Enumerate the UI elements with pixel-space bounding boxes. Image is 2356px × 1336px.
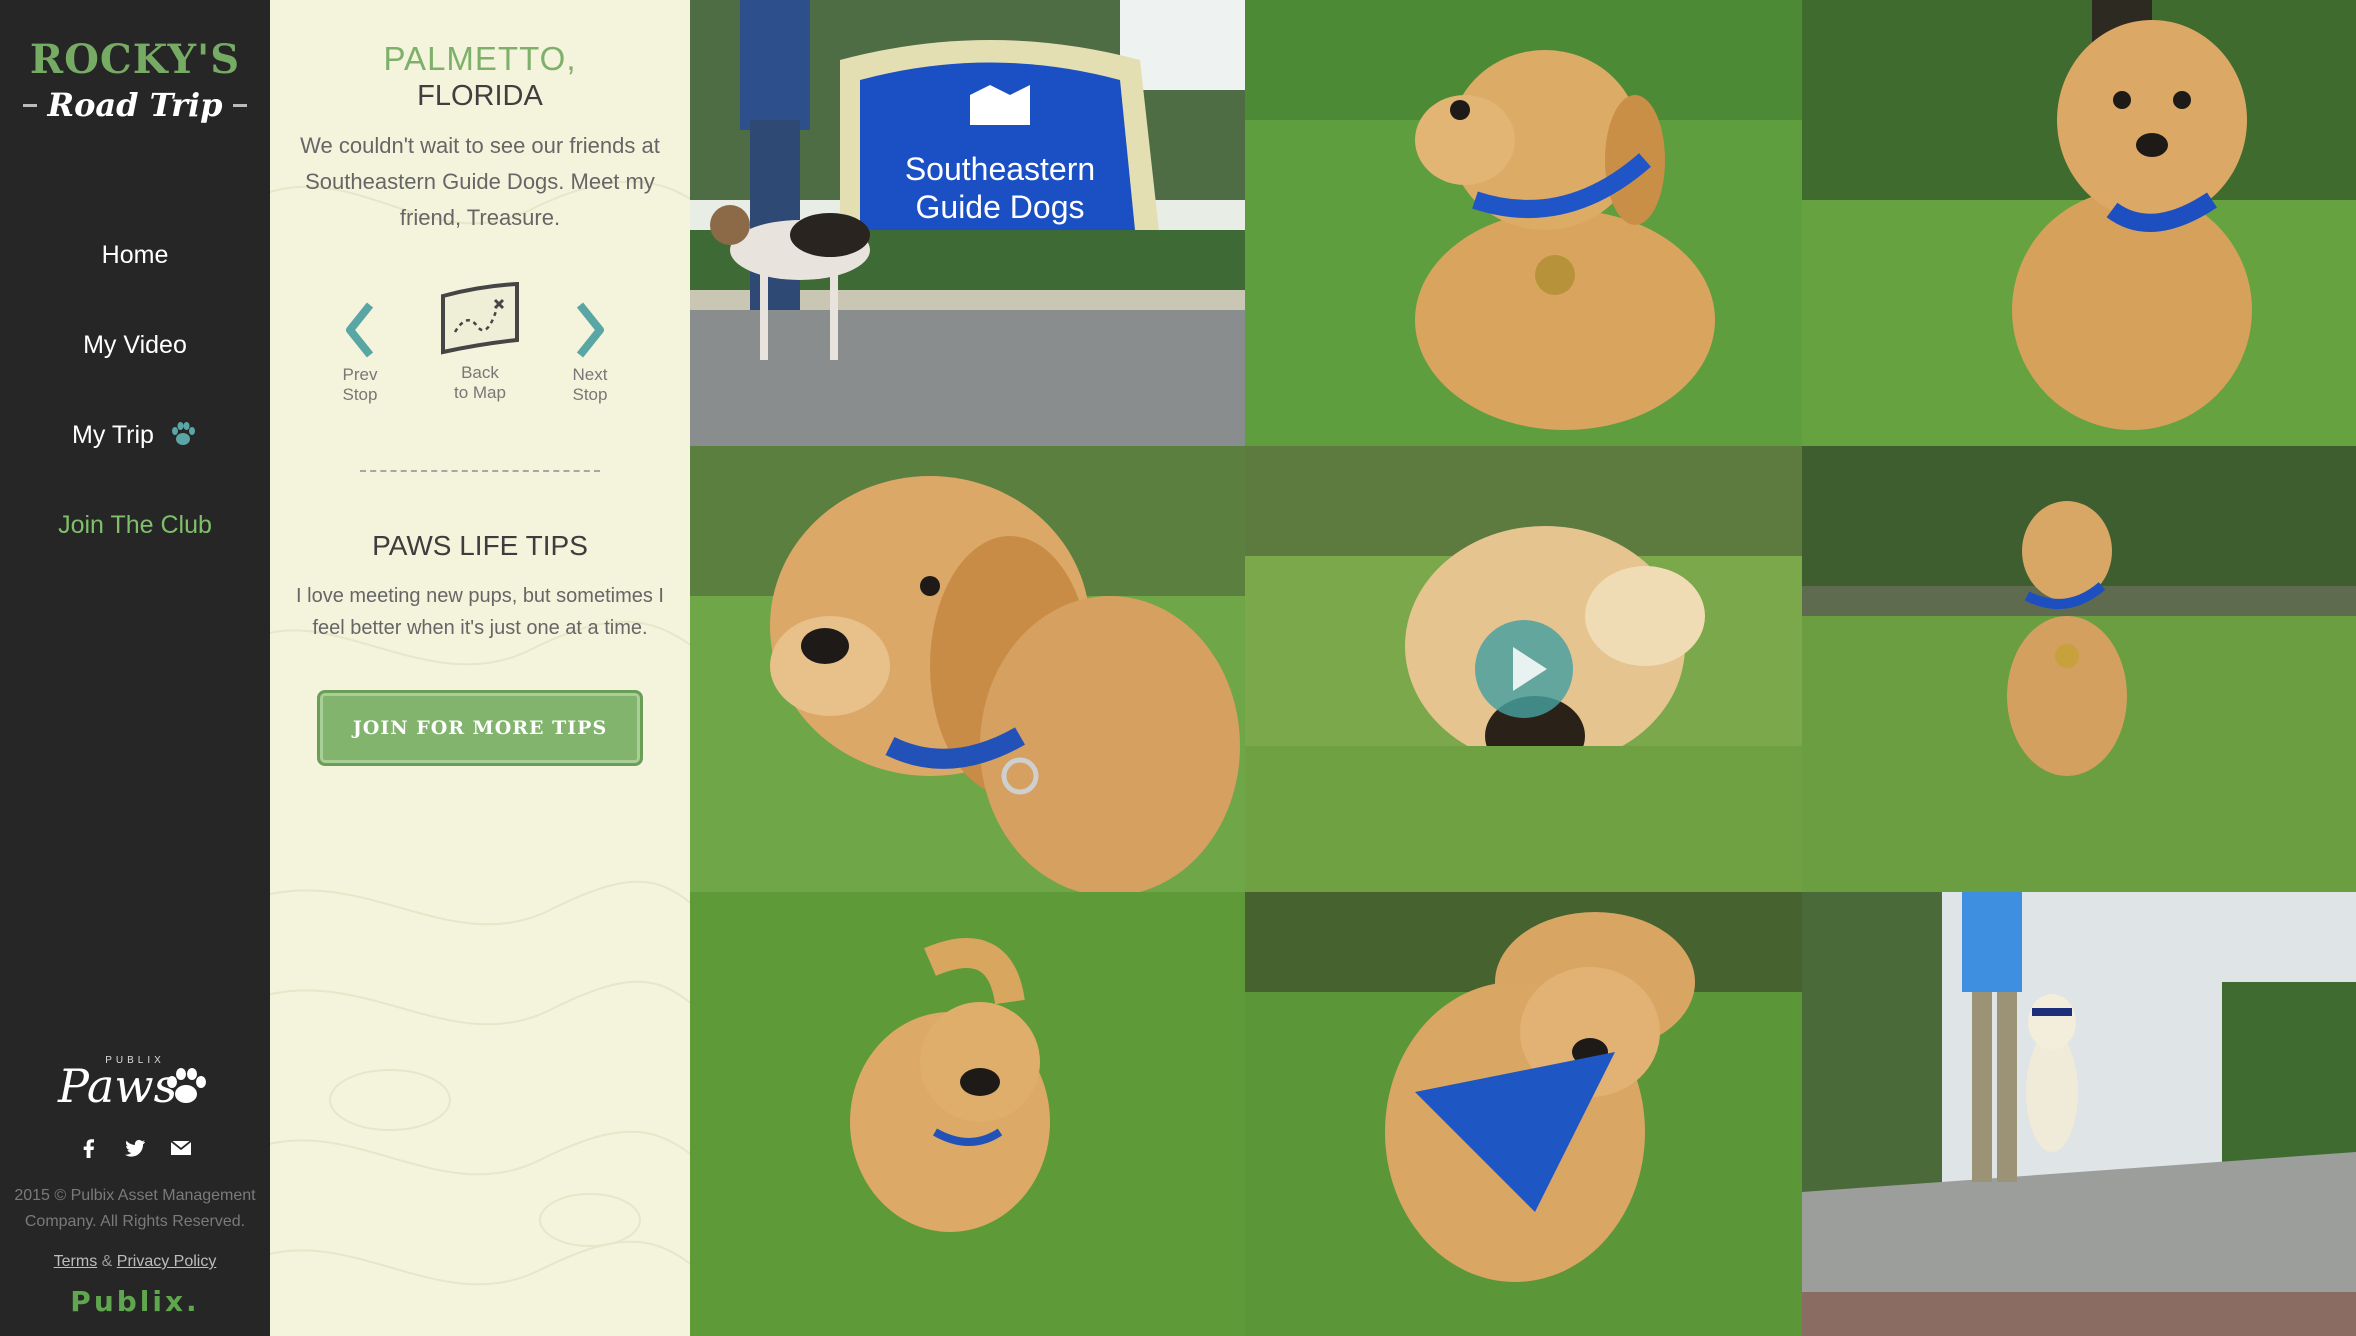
- photo-gallery: Southeastern Guide Dogs: [690, 0, 2356, 1336]
- photo-puppy-closeup[interactable]: [690, 446, 1245, 892]
- nav-item-my-trip[interactable]: My Trip: [0, 390, 270, 480]
- photo-puppy-sitting-scene: [1245, 0, 1802, 446]
- photo-puppy-video[interactable]: [1245, 446, 1802, 892]
- legal-separator: &: [97, 1253, 117, 1270]
- nav-item-my-trip-label: My Trip: [72, 420, 154, 449]
- photo-trainer-scene: [1802, 892, 2356, 1336]
- sign-text-line-2: Guide Dogs: [916, 189, 1085, 225]
- prev-stop-label: Prev Stop: [342, 365, 378, 404]
- photo-sign-scene: Southeastern Guide Dogs: [690, 0, 1245, 446]
- rockys-road-trip-logo[interactable]: ROCKY'S Road Trip: [0, 36, 270, 124]
- stop-state: FLORIDA: [417, 80, 543, 112]
- nav-item-my-video-label: My Video: [83, 330, 187, 359]
- sign-text-line-1: Southeastern: [905, 151, 1095, 187]
- stop-description: We couldn't wait to see our friends at S…: [300, 133, 660, 230]
- logo-line-2: Road Trip: [47, 86, 223, 124]
- photo-puppy-bandana-scene: [1245, 892, 1802, 1336]
- photo-puppy-bandana[interactable]: [1245, 892, 1802, 1336]
- sidebar-footer: PUBLIX Paws 2015 © Pulbix Asset Manageme…: [0, 1045, 270, 1318]
- photo-puppy-walking-toward[interactable]: [690, 892, 1245, 1336]
- photo-puppy-walking-scene: [1802, 0, 2356, 446]
- photo-puppy-sitting-far[interactable]: [1802, 446, 2356, 892]
- join-for-more-tips-button[interactable]: JOIN FOR MORE TIPS: [317, 690, 643, 766]
- photo-puppy-toward-scene: [690, 892, 1245, 1336]
- tips-text: I love meeting new pups, but sometimes I…: [296, 585, 664, 639]
- next-stop-label: Next Stop: [572, 365, 608, 404]
- next-stop-button[interactable]: Next Stop: [560, 282, 620, 405]
- publix-paws-logo[interactable]: PUBLIX Paws: [0, 1045, 270, 1115]
- photo-puppy-closeup-scene: [690, 446, 1245, 892]
- photo-guide-dogs-sign[interactable]: Southeastern Guide Dogs: [690, 0, 1245, 446]
- legal-links: Terms & Privacy Policy: [0, 1253, 270, 1271]
- nav-menu: Home My Video My Trip Join The Club: [0, 210, 270, 570]
- nav-item-home[interactable]: Home: [0, 210, 270, 300]
- photo-puppy-sitting[interactable]: [1245, 0, 1802, 446]
- prev-stop-button[interactable]: Prev Stop: [330, 282, 390, 405]
- nav-item-join-the-club-label: Join The Club: [58, 510, 212, 539]
- photo-puppy-far-scene: [1802, 446, 2356, 892]
- dashed-divider: [360, 470, 600, 472]
- social-links: [0, 1133, 270, 1163]
- logo-line-1: ROCKY'S: [29, 36, 241, 83]
- facebook-icon[interactable]: [77, 1136, 101, 1160]
- stop-info-panel: PALMETTO, FLORIDA We couldn't wait to se…: [270, 0, 690, 1336]
- publix-logo[interactable]: Publix.: [0, 1285, 270, 1318]
- nav-item-home-label: Home: [101, 240, 169, 269]
- chevron-right-icon: [576, 302, 604, 358]
- nav-item-join-the-club[interactable]: Join The Club: [0, 480, 270, 570]
- logo-dash-right: [232, 103, 247, 107]
- stop-city: PALMETTO,: [383, 40, 577, 77]
- photo-puppy-walking[interactable]: [1802, 0, 2356, 446]
- privacy-policy-link[interactable]: Privacy Policy: [117, 1253, 217, 1270]
- tips-title: PAWS LIFE TIPS: [372, 530, 588, 561]
- logo-dash-left: [23, 103, 38, 107]
- paws-logo-paw-icon: [167, 1068, 206, 1103]
- play-video-button[interactable]: [1474, 620, 1573, 718]
- stop-navigation: Prev Stop Back to Map Next Stop: [270, 281, 690, 412]
- nav-item-my-video[interactable]: My Video: [0, 300, 270, 390]
- copyright-text: 2015 © Pulbix Asset Management Company. …: [14, 1187, 256, 1230]
- treasure-map-icon: [441, 281, 519, 355]
- photo-trainer-labrador[interactable]: [1802, 892, 2356, 1336]
- paws-logo-word: Paws: [58, 1059, 178, 1113]
- main-sidebar: ROCKY'S Road Trip Home My Video My Trip …: [0, 0, 270, 1336]
- back-to-map-button[interactable]: Back to Map: [420, 281, 540, 403]
- paw-icon: [171, 422, 195, 445]
- back-to-map-label: Back to Map: [454, 363, 506, 402]
- chevron-left-icon: [346, 302, 374, 358]
- twitter-icon[interactable]: [123, 1136, 147, 1160]
- terms-link[interactable]: Terms: [54, 1253, 98, 1270]
- mail-icon[interactable]: [169, 1136, 193, 1160]
- logo-line-2-wrap: Road Trip: [0, 86, 270, 124]
